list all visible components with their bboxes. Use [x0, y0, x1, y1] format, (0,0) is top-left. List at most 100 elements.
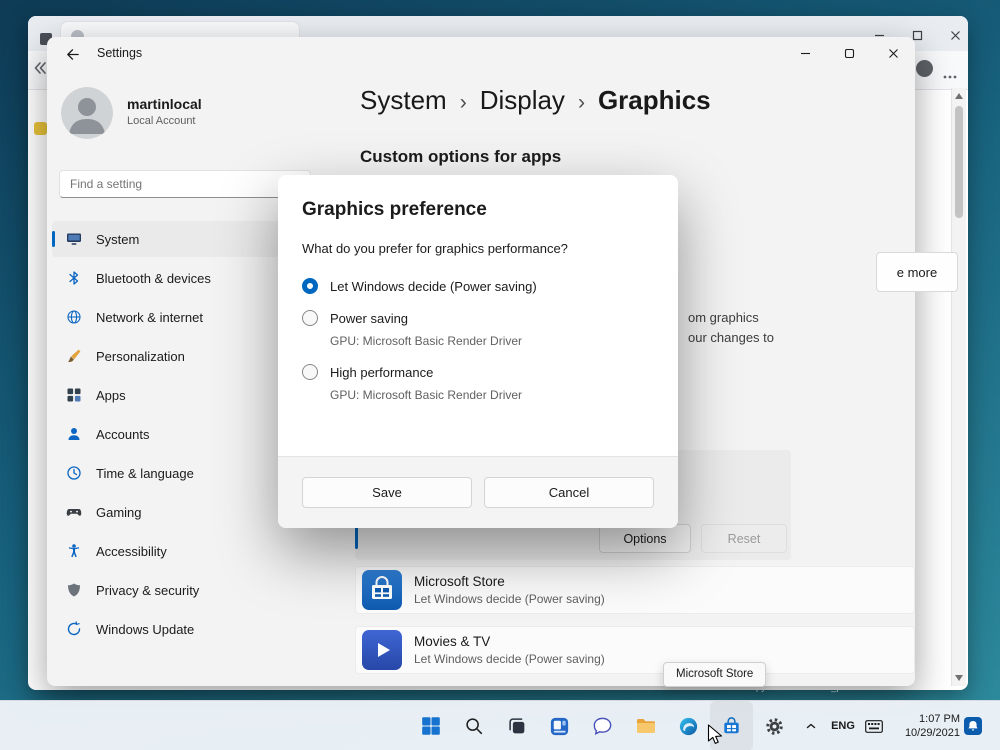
touch-keyboard-icon[interactable] — [860, 701, 888, 750]
shield-icon — [66, 582, 82, 598]
clock-date: 10/29/2021 — [892, 726, 960, 740]
gpu-info: GPU: Microsoft Basic Render Driver — [330, 388, 654, 410]
app-name: Microsoft Store — [414, 574, 605, 589]
network-icon — [66, 309, 82, 325]
bluetooth-icon — [66, 270, 82, 286]
back-chevrons-icon[interactable] — [32, 60, 48, 81]
scroll-up-icon[interactable] — [955, 93, 963, 99]
sidebar-item-label: Gaming — [96, 505, 142, 520]
system-icon — [66, 231, 82, 247]
chevron-right-icon: › — [460, 91, 467, 115]
sidebar-item-label: Apps — [96, 388, 126, 403]
taskbar-clock[interactable]: 1:07 PM 10/29/2021 — [892, 712, 960, 740]
radio-icon[interactable] — [302, 364, 318, 380]
see-more-button[interactable]: e more — [876, 252, 958, 292]
sidebar-item-label: Network & internet — [96, 310, 203, 325]
background-close-button[interactable] — [936, 22, 974, 48]
accounts-icon — [66, 426, 82, 442]
window-title: Settings — [97, 46, 142, 60]
scroll-down-icon[interactable] — [955, 675, 963, 681]
microsoft-store-app-icon — [362, 570, 402, 610]
sidebar-item-label: Accounts — [96, 427, 149, 442]
radio-label: Power saving — [330, 311, 408, 326]
app-mode: Let Windows decide (Power saving) — [414, 592, 605, 606]
mouse-cursor — [707, 724, 724, 750]
task-view-icon[interactable] — [495, 701, 538, 750]
chevron-right-icon: › — [578, 91, 585, 115]
breadcrumb-display[interactable]: Display — [480, 85, 565, 116]
options-button[interactable]: Options — [599, 524, 691, 553]
notifications-badge[interactable] — [964, 717, 982, 735]
clock-icon — [66, 465, 82, 481]
user-name: martinlocal — [127, 87, 202, 112]
breadcrumb-system[interactable]: System — [360, 85, 447, 116]
browser-menu-icon[interactable] — [943, 67, 957, 85]
search-icon[interactable] — [452, 701, 495, 750]
widgets-icon[interactable] — [538, 701, 581, 750]
minimize-button[interactable] — [783, 37, 827, 69]
gamepad-icon — [66, 504, 82, 520]
accessibility-icon — [66, 543, 82, 559]
breadcrumb: System › Display › Graphics — [360, 85, 711, 116]
radio-high-performance[interactable]: High performance — [302, 356, 654, 388]
radio-icon[interactable] — [302, 278, 318, 294]
radio-label: Let Windows decide (Power saving) — [330, 279, 537, 294]
radio-icon[interactable] — [302, 310, 318, 326]
apps-icon — [66, 387, 82, 403]
radio-let-windows-decide[interactable]: Let Windows decide (Power saving) — [302, 270, 654, 302]
search-box — [59, 170, 311, 198]
sidebar-item-accessibility[interactable]: Accessibility — [52, 533, 318, 569]
language-indicator[interactable]: ENG — [826, 701, 860, 750]
avatar — [61, 87, 113, 139]
start-button[interactable] — [409, 701, 452, 750]
breadcrumb-graphics: Graphics — [598, 85, 711, 116]
radio-label: High performance — [330, 365, 433, 380]
sidebar-item-label: Bluetooth & devices — [96, 271, 211, 286]
maximize-button[interactable] — [827, 37, 871, 69]
chat-icon[interactable] — [581, 701, 624, 750]
personalization-icon — [66, 348, 82, 364]
tray-chevron-up-icon[interactable] — [798, 701, 824, 750]
app-mode: Let Windows decide (Power saving) — [414, 652, 605, 666]
section-title: Custom options for apps — [360, 147, 561, 167]
app-row-movies-tv[interactable]: Movies & TV Let Windows decide (Power sa… — [355, 626, 915, 674]
sidebar-item-label: Accessibility — [96, 544, 167, 559]
sidebar-item-privacy-security[interactable]: Privacy & security — [52, 572, 318, 608]
scrollbar-thumb[interactable] — [955, 106, 963, 218]
app-name: Movies & TV — [414, 634, 605, 649]
desktop: Settings martinlocal Local Account Sy — [0, 0, 1000, 750]
sidebar-item-label: Windows Update — [96, 622, 194, 637]
sidebar-item-label: Personalization — [96, 349, 185, 364]
user-profile[interactable]: martinlocal Local Account — [61, 87, 202, 139]
browser-profile-avatar[interactable] — [916, 60, 933, 77]
sidebar-item-windows-update[interactable]: Windows Update — [52, 611, 318, 647]
sidebar-item-label: System — [96, 232, 139, 247]
dialog-question: What do you prefer for graphics performa… — [302, 241, 654, 256]
dialog-footer: Save Cancel — [278, 456, 678, 528]
clipped-description: om graphics our changes to — [688, 308, 774, 348]
file-explorer-icon[interactable] — [624, 701, 667, 750]
taskbar: ENG 1:07 PM 10/29/2021 — [0, 700, 1000, 750]
gpu-info: GPU: Microsoft Basic Render Driver — [330, 334, 654, 356]
movies-tv-app-icon — [362, 630, 402, 670]
background-scrollbar[interactable] — [951, 88, 966, 686]
dialog-title: Graphics preference — [302, 199, 654, 221]
close-button[interactable] — [871, 37, 915, 69]
save-button[interactable]: Save — [302, 477, 472, 508]
back-button[interactable] — [57, 42, 87, 66]
sidebar-item-label: Time & language — [96, 466, 194, 481]
background-page-icon — [34, 122, 47, 135]
radio-power-saving[interactable]: Power saving — [302, 302, 654, 334]
update-icon — [66, 621, 82, 637]
app-row-microsoft-store[interactable]: Microsoft Store Let Windows decide (Powe… — [355, 566, 915, 614]
settings-gear-icon[interactable] — [753, 701, 796, 750]
clock-time: 1:07 PM — [892, 712, 960, 726]
search-input[interactable] — [59, 170, 311, 198]
edge-icon[interactable] — [667, 701, 710, 750]
settings-titlebar: Settings — [47, 37, 915, 69]
cancel-button[interactable]: Cancel — [484, 477, 654, 508]
reset-button: Reset — [701, 524, 787, 553]
graphics-preference-dialog: Graphics preference What do you prefer f… — [278, 175, 678, 528]
sidebar-item-label: Privacy & security — [96, 583, 199, 598]
taskbar-tooltip: Microsoft Store — [663, 662, 766, 687]
